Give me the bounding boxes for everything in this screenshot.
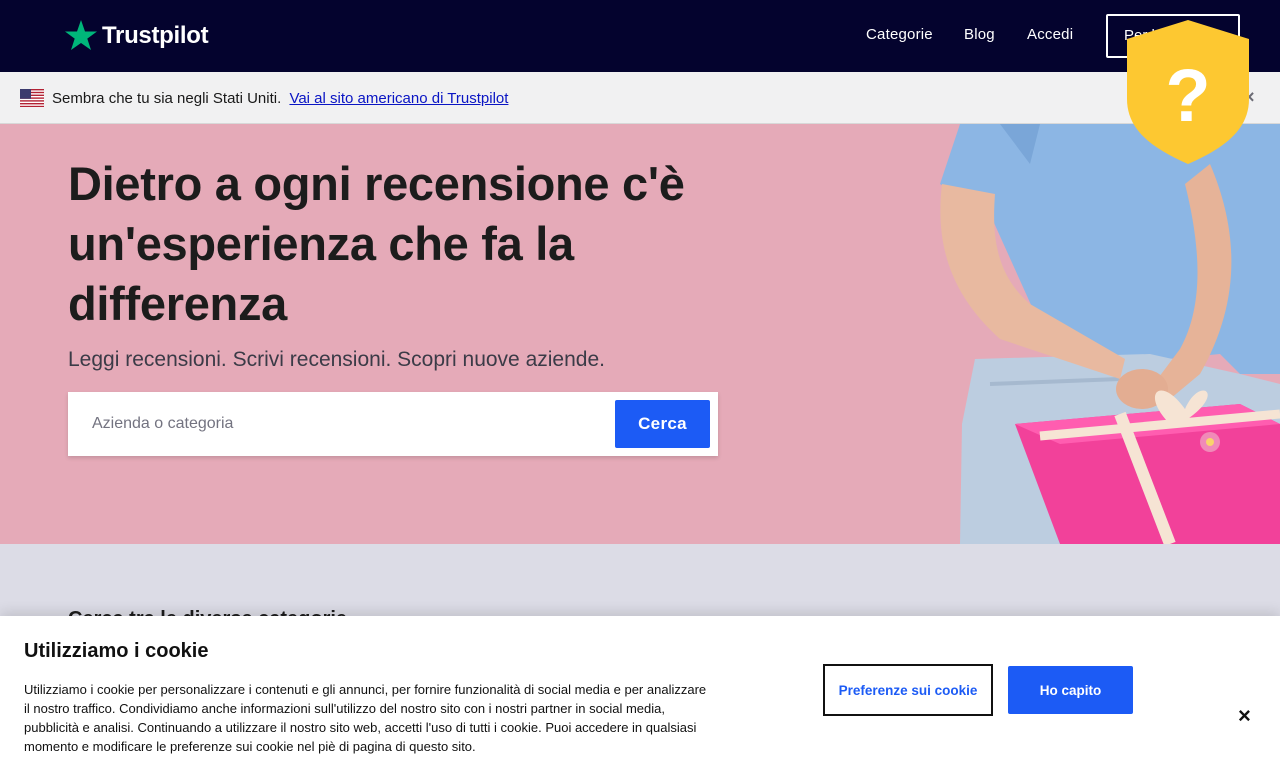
cookie-accept-button[interactable]: Ho capito [1008, 666, 1133, 714]
us-flag-icon [20, 89, 44, 107]
brand-name: Trustpilot [102, 22, 209, 49]
nav-login-link[interactable]: Accedi [1027, 26, 1073, 43]
question-shield-icon[interactable]: ? [1126, 19, 1250, 165]
hero-section: Dietro a ogni recensione c'è un'esperien… [0, 124, 1280, 544]
search-button[interactable]: Cerca [615, 400, 710, 448]
categories-section: Cerca tra le diverse categorie [0, 544, 1280, 630]
top-navigation: Trustpilot Categorie Blog Accedi Per le … [0, 0, 1280, 72]
us-site-link[interactable]: Vai al sito americano di Trustpilot [289, 90, 508, 107]
nav-blog-link[interactable]: Blog [964, 26, 995, 43]
star-icon [65, 20, 97, 50]
cookie-preferences-button[interactable]: Preferenze sui cookie [823, 664, 993, 716]
cookie-title: Utilizziamo i cookie [24, 640, 209, 662]
search-form: Cerca [68, 392, 718, 456]
cookie-banner: Utilizziamo i cookie Utilizziamo i cooki… [0, 616, 1280, 768]
locale-message: Sembra che tu sia negli Stati Uniti. Vai… [52, 90, 508, 107]
locale-notice-bar: Sembra che tu sia negli Stati Uniti. Vai… [0, 72, 1280, 124]
trustpilot-logo[interactable]: Trustpilot [64, 18, 209, 54]
hero-subtitle: Leggi recensioni. Scrivi recensioni. Sco… [68, 348, 605, 371]
nav-categories-link[interactable]: Categorie [866, 26, 933, 43]
hero-gift-illustration [940, 124, 1280, 544]
close-icon[interactable]: × [1238, 705, 1251, 727]
question-mark: ? [1165, 54, 1210, 137]
search-input[interactable] [68, 392, 608, 456]
locale-message-text: Sembra che tu sia negli Stati Uniti. [52, 90, 282, 107]
cookie-description: Utilizziamo i cookie per personalizzare … [24, 682, 707, 754]
hero-title: Dietro a ogni recensione c'è un'esperien… [68, 157, 685, 330]
